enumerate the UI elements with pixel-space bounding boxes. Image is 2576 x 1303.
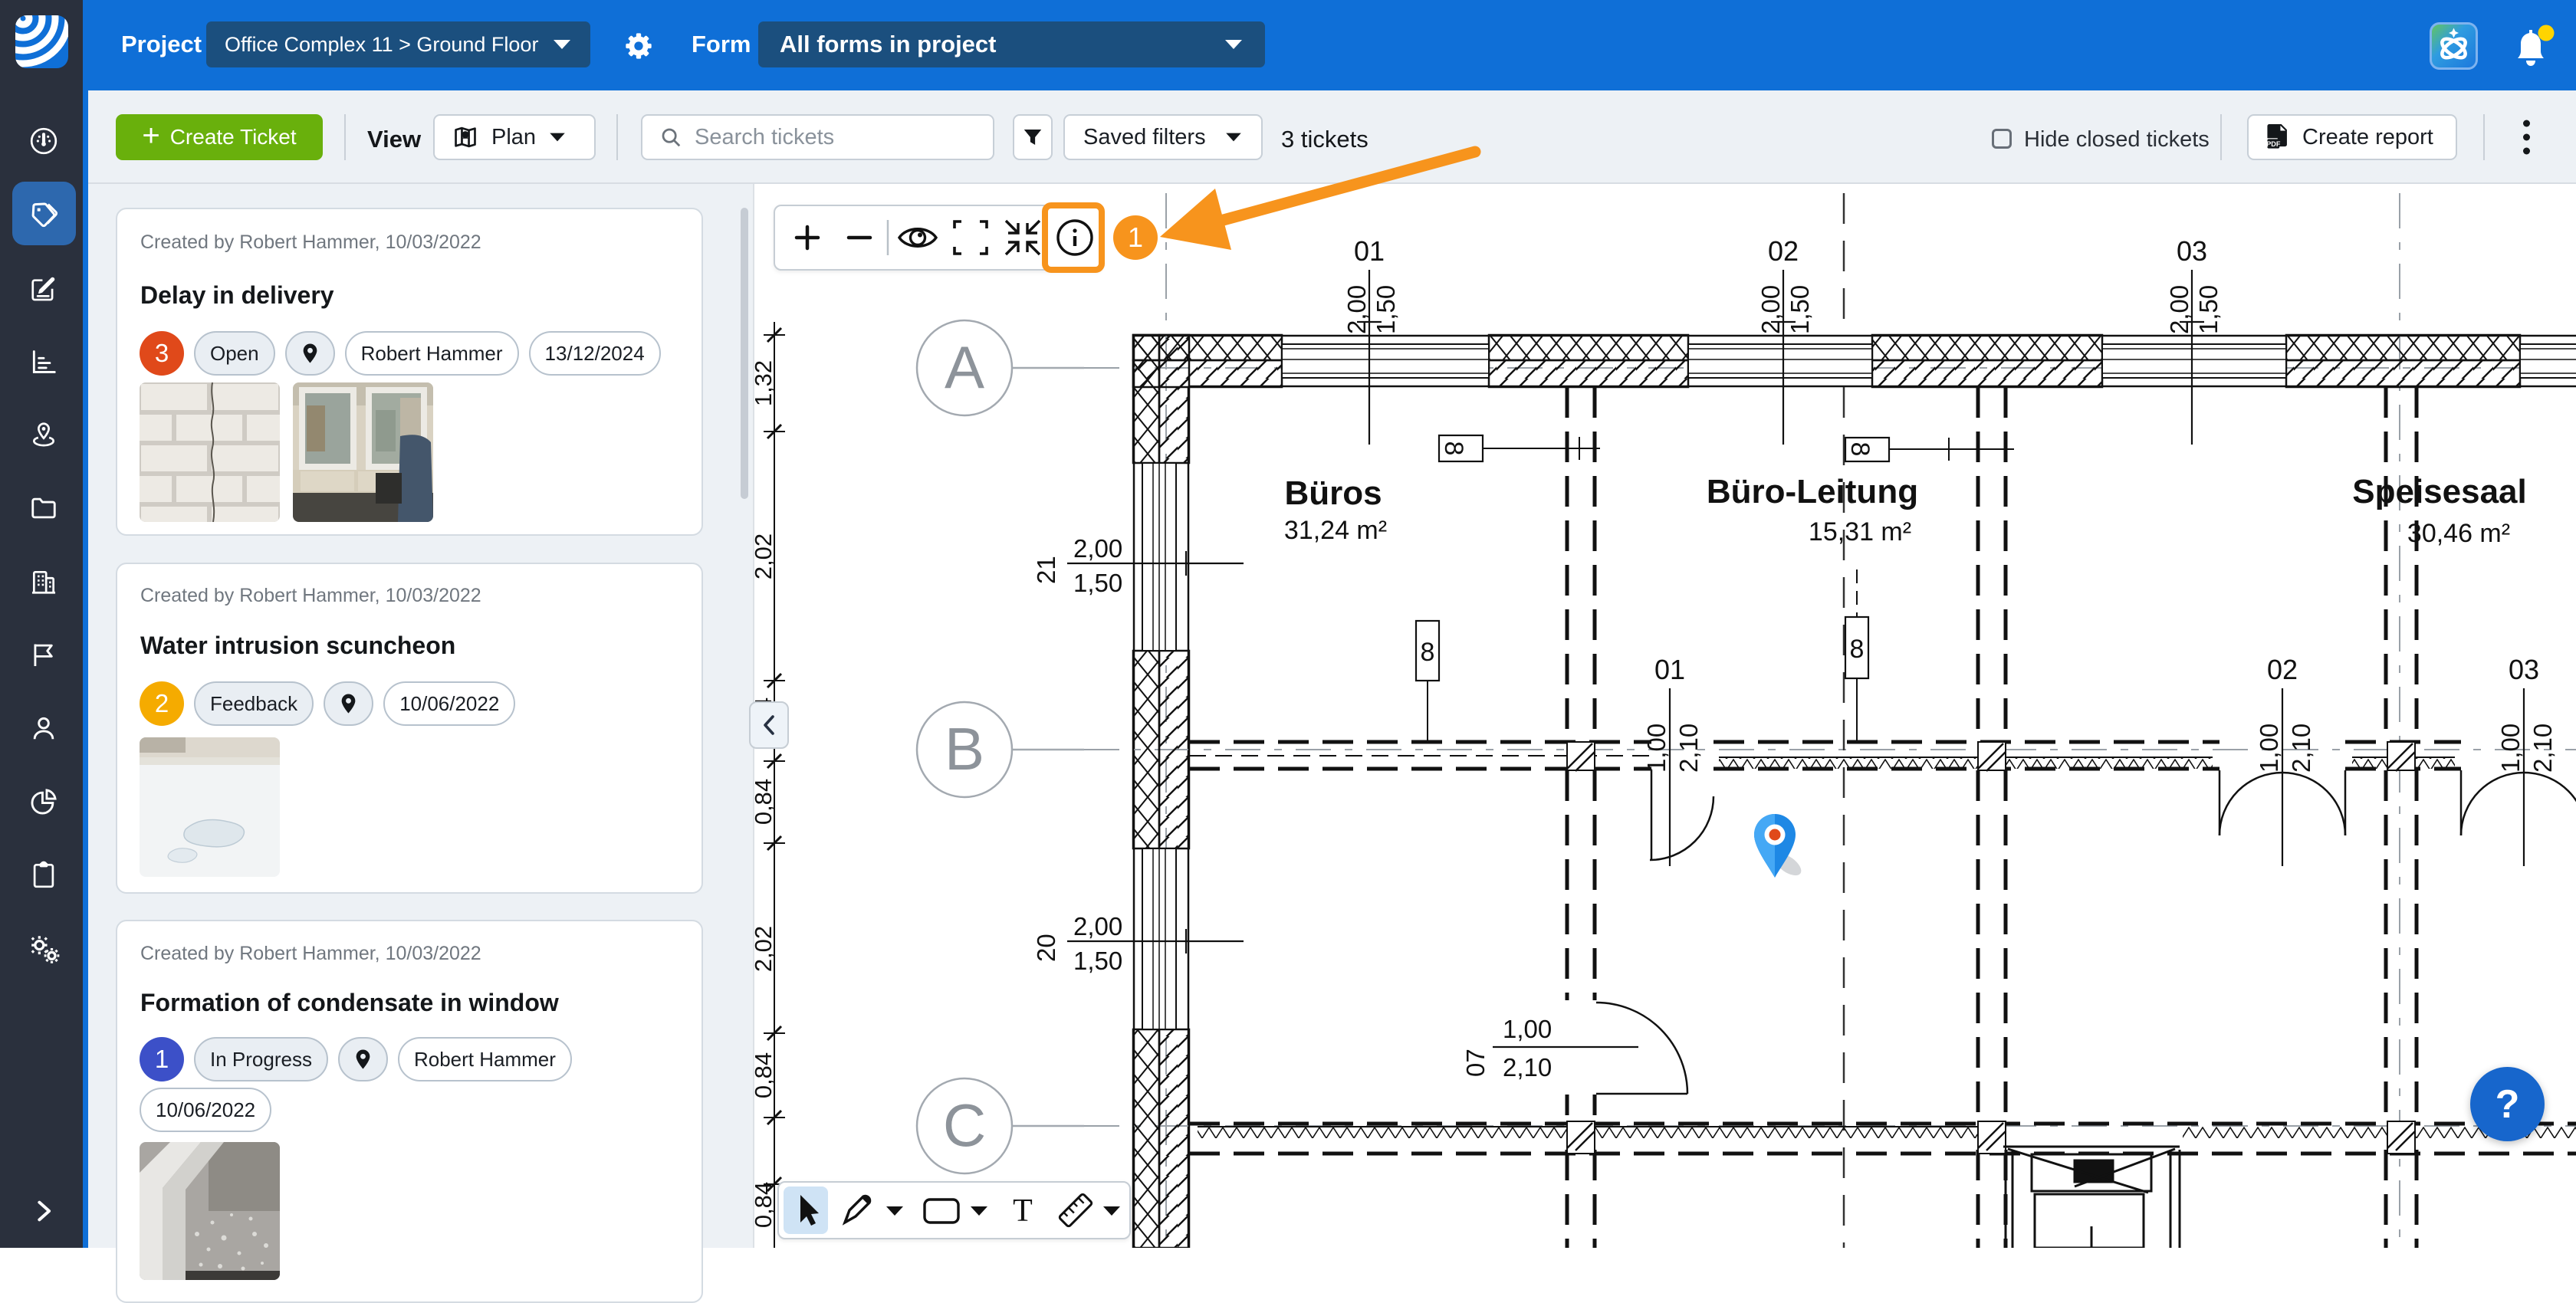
svg-text:0,84: 0,84 — [754, 1052, 777, 1098]
svg-text:2,10: 2,10 — [2287, 724, 2315, 773]
svg-text:2,02: 2,02 — [754, 926, 777, 972]
svg-text:1,50: 1,50 — [1073, 947, 1122, 975]
svg-text:2,00: 2,00 — [1342, 285, 1371, 334]
svg-text:02: 02 — [1768, 235, 1799, 267]
svg-text:0,84: 0,84 — [754, 1182, 777, 1228]
svg-text:20: 20 — [1032, 934, 1060, 962]
svg-text:02: 02 — [2267, 654, 2298, 685]
svg-text:1,00: 1,00 — [2496, 724, 2525, 773]
svg-text:PDF: PDF — [2267, 140, 2281, 148]
svg-text:15,31 m²: 15,31 m² — [1809, 517, 1911, 546]
svg-text:03: 03 — [2509, 654, 2539, 685]
svg-text:8: 8 — [1421, 638, 1435, 667]
svg-text:01: 01 — [1654, 654, 1685, 685]
svg-text:1,50: 1,50 — [1786, 285, 1814, 334]
svg-text:1,00: 1,00 — [2255, 724, 2283, 773]
svg-text:8: 8 — [1845, 442, 1875, 457]
svg-text:03: 03 — [2177, 235, 2207, 267]
svg-text:T: T — [1013, 1193, 1033, 1229]
svg-text:1,50: 1,50 — [1372, 285, 1400, 334]
svg-text:2,10: 2,10 — [1674, 724, 1703, 773]
svg-text:07: 07 — [1461, 1049, 1490, 1077]
svg-text:2,00: 2,00 — [1756, 285, 1785, 334]
svg-text:Büro-Leitung: Büro-Leitung — [1707, 473, 1918, 510]
svg-text:1,50: 1,50 — [2194, 285, 2223, 334]
svg-text:1,00: 1,00 — [1642, 724, 1671, 773]
svg-text:2,10: 2,10 — [1503, 1053, 1552, 1081]
svg-text:1,32: 1,32 — [754, 360, 777, 406]
svg-text:B: B — [945, 715, 984, 783]
svg-text:2,00: 2,00 — [1073, 534, 1122, 563]
svg-text:31,24 m²: 31,24 m² — [1284, 516, 1387, 545]
svg-text:Büros: Büros — [1284, 474, 1382, 512]
svg-text:A: A — [945, 333, 984, 401]
svg-text:2,00: 2,00 — [1073, 912, 1122, 940]
svg-text:21: 21 — [1032, 556, 1060, 584]
svg-text:Speisesaal: Speisesaal — [2352, 473, 2527, 510]
svg-text:C: C — [943, 1091, 986, 1159]
svg-text:2,00: 2,00 — [2165, 285, 2193, 334]
svg-text:8: 8 — [1850, 635, 1865, 664]
svg-text:1,00: 1,00 — [1503, 1015, 1552, 1043]
svg-text:30,46 m²: 30,46 m² — [2407, 519, 2510, 548]
svg-text:0,84: 0,84 — [754, 779, 777, 825]
svg-text:2,02: 2,02 — [754, 533, 777, 579]
svg-text:8: 8 — [1439, 441, 1468, 456]
svg-text:1,50: 1,50 — [1073, 569, 1122, 597]
svg-text:2,10: 2,10 — [2528, 724, 2557, 773]
